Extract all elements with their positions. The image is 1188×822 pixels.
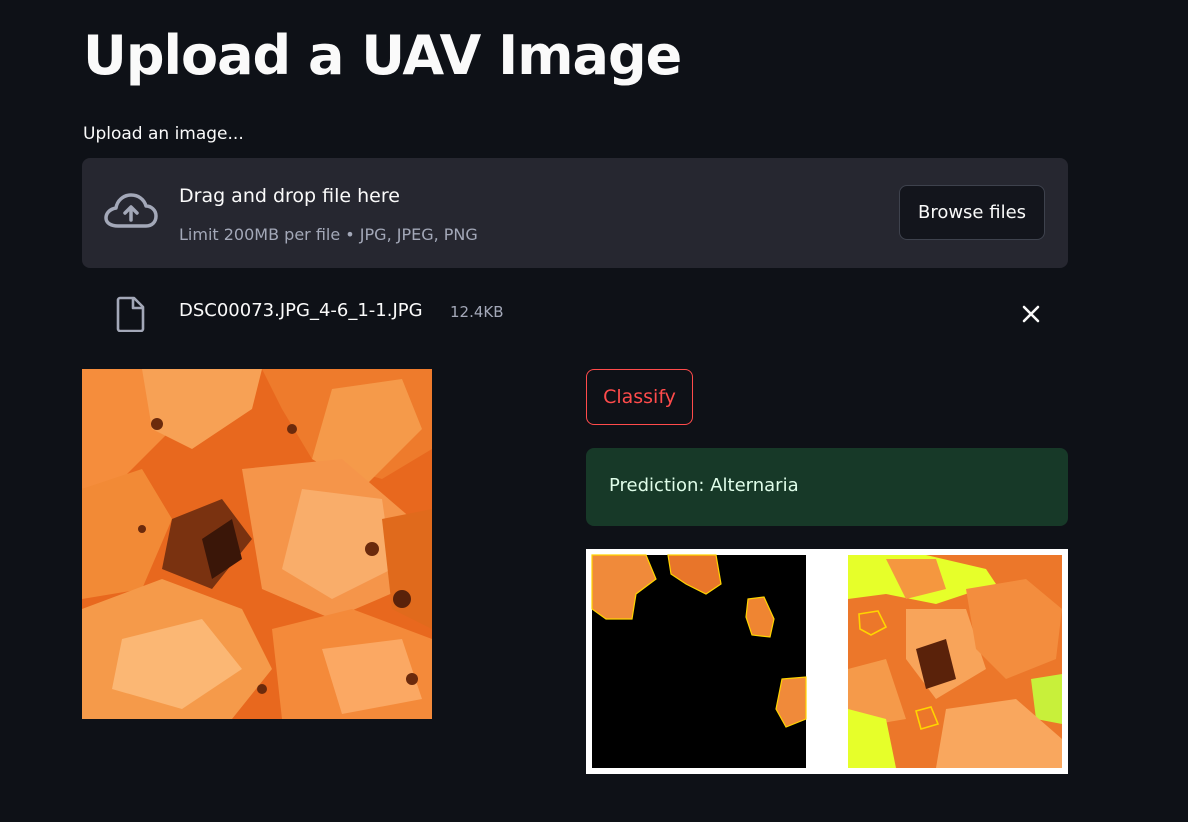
dropzone-subtitle: Limit 200MB per file • JPG, JPEG, PNG — [179, 225, 478, 244]
uploaded-file-item: DSC00073.JPG_4-6_1-1.JPG 12.4KB — [82, 290, 1068, 336]
browse-files-button[interactable]: Browse files — [899, 185, 1045, 240]
uploaded-uav-image — [82, 369, 432, 719]
segmentation-result-image — [586, 549, 1068, 774]
file-dropzone[interactable]: Drag and drop file here Limit 200MB per … — [82, 158, 1068, 268]
dropzone-title: Drag and drop file here — [179, 185, 400, 207]
lesion-mask-panel — [591, 554, 807, 768]
file-name: DSC00073.JPG_4-6_1-1.JPG — [179, 300, 423, 321]
file-size: 12.4KB — [450, 303, 504, 321]
page-title: Upload a UAV Image — [83, 24, 682, 87]
classify-button[interactable]: Classify — [586, 369, 693, 425]
upload-label: Upload an image... — [83, 124, 244, 144]
prediction-alert: Prediction: Alternaria — [586, 448, 1068, 526]
close-icon[interactable] — [1019, 302, 1043, 326]
prediction-text: Prediction: Alternaria — [609, 475, 799, 496]
cloud-upload-icon — [104, 193, 158, 228]
lesion-overlay-panel — [848, 555, 1062, 768]
file-icon — [116, 296, 145, 332]
